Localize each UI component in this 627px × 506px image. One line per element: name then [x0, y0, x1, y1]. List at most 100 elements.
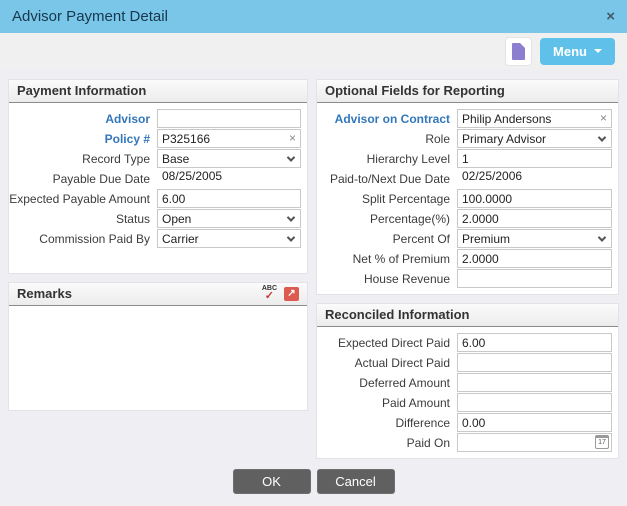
- chevron-down-icon: [286, 152, 296, 162]
- record-type-value: Base: [162, 151, 190, 166]
- field-row-net-percent-of-premium: Net % of Premium: [317, 249, 612, 268]
- difference-label: Difference: [395, 415, 450, 430]
- optional-fields-body: Advisor on Contract × Role Primary Advis…: [317, 103, 618, 294]
- calendar-icon[interactable]: 17: [595, 435, 609, 449]
- chevron-down-icon: [597, 232, 607, 242]
- optional-fields-header: Optional Fields for Reporting: [317, 80, 618, 103]
- actual-direct-paid-input[interactable]: [457, 353, 612, 372]
- clear-icon[interactable]: ×: [289, 132, 296, 144]
- field-row-hierarchy-level: Hierarchy Level: [317, 149, 612, 168]
- deferred-amount-input[interactable]: [457, 373, 612, 392]
- reconciled-information-body: Expected Direct Paid Actual Direct Paid …: [317, 327, 618, 458]
- field-row-role: Role Primary Advisor: [317, 129, 612, 148]
- optional-fields-title: Optional Fields for Reporting: [325, 83, 505, 98]
- remarks-header: Remarks ABC ✓ ↗: [9, 283, 307, 306]
- reconciled-information-header: Reconciled Information: [317, 304, 618, 327]
- field-row-deferred-amount: Deferred Amount: [317, 373, 612, 392]
- role-value: Primary Advisor: [462, 131, 547, 146]
- field-row-house-revenue: House Revenue: [317, 269, 612, 288]
- payment-information-panel: Payment Information Advisor Policy # ×: [8, 79, 308, 274]
- percent-of-select[interactable]: Premium: [457, 229, 612, 248]
- percent-of-label: Percent Of: [392, 231, 450, 246]
- cancel-button[interactable]: Cancel: [316, 469, 395, 494]
- document-button[interactable]: [505, 36, 533, 66]
- field-row-expected-payable-amount: Expected Payable Amount: [9, 189, 301, 208]
- field-row-paid-to-next-due-date: Paid-to/Next Due Date 02/25/2006: [317, 169, 612, 188]
- advisor-on-contract-input[interactable]: [457, 109, 612, 128]
- field-row-advisor-on-contract: Advisor on Contract ×: [317, 109, 612, 128]
- record-type-label: Record Type: [82, 151, 150, 166]
- expected-payable-amount-input[interactable]: [157, 189, 301, 208]
- status-label: Status: [115, 211, 150, 226]
- net-percent-of-premium-label: Net % of Premium: [352, 251, 450, 266]
- commission-paid-by-select[interactable]: Carrier: [157, 229, 301, 248]
- house-revenue-label: House Revenue: [363, 271, 450, 286]
- dialog-toolbar: Menu: [0, 33, 627, 69]
- dialog-content: Payment Information Advisor Policy # ×: [0, 69, 627, 459]
- net-percent-of-premium-input[interactable]: [457, 249, 612, 268]
- status-select[interactable]: Open: [157, 209, 301, 228]
- spellcheck-check-mark: ✓: [264, 290, 275, 302]
- percentage-input[interactable]: [457, 209, 612, 228]
- dialog-title: Advisor Payment Detail: [12, 8, 168, 25]
- payable-due-date-label: Payable Due Date: [52, 171, 150, 186]
- commission-paid-by-value: Carrier: [162, 231, 199, 246]
- clear-icon[interactable]: ×: [600, 112, 607, 124]
- menu-button-label: Menu: [553, 43, 587, 59]
- field-row-payable-due-date: Payable Due Date 08/25/2005: [9, 169, 301, 188]
- percentage-label: Percentage(%): [369, 211, 450, 226]
- expected-direct-paid-input[interactable]: [457, 333, 612, 352]
- difference-input[interactable]: [457, 413, 612, 432]
- field-row-policy: Policy # ×: [9, 129, 301, 148]
- field-row-split-percentage: Split Percentage: [317, 189, 612, 208]
- payment-information-body: Advisor Policy # × Record Type: [9, 103, 307, 273]
- chevron-down-icon: [286, 212, 296, 222]
- optional-fields-panel: Optional Fields for Reporting Advisor on…: [316, 79, 619, 295]
- advisor-on-contract-label[interactable]: Advisor on Contract: [317, 112, 457, 126]
- policy-number-label[interactable]: Policy #: [9, 132, 157, 146]
- close-icon[interactable]: ×: [606, 9, 615, 24]
- ok-button[interactable]: OK: [232, 469, 311, 494]
- policy-number-input[interactable]: [157, 129, 301, 148]
- status-value: Open: [162, 211, 192, 226]
- paid-to-next-due-date-value: 02/25/2006: [462, 169, 523, 183]
- role-select[interactable]: Primary Advisor: [457, 129, 612, 148]
- payment-information-header: Payment Information: [9, 80, 307, 103]
- record-type-select[interactable]: Base: [157, 149, 301, 168]
- field-row-status: Status Open: [9, 209, 301, 228]
- advisor-payment-detail-dialog: Advisor Payment Detail × Menu Payment In…: [0, 0, 627, 506]
- percent-of-value: Premium: [462, 231, 511, 246]
- paid-amount-input[interactable]: [457, 393, 612, 412]
- field-row-actual-direct-paid: Actual Direct Paid: [317, 353, 612, 372]
- menu-button[interactable]: Menu: [540, 37, 615, 65]
- field-row-difference: Difference: [317, 413, 612, 432]
- split-percentage-input[interactable]: [457, 189, 612, 208]
- advisor-label[interactable]: Advisor: [9, 112, 157, 126]
- field-row-advisor: Advisor: [9, 109, 301, 128]
- hierarchy-level-input[interactable]: [457, 149, 612, 168]
- advisor-input[interactable]: [157, 109, 301, 128]
- deferred-amount-label: Deferred Amount: [359, 375, 450, 390]
- field-row-paid-on: Paid On 17: [317, 433, 612, 452]
- reconciled-information-title: Reconciled Information: [325, 307, 470, 322]
- field-row-commission-paid-by: Commission Paid By Carrier: [9, 229, 301, 248]
- right-column: Optional Fields for Reporting Advisor on…: [316, 79, 619, 459]
- field-row-expected-direct-paid: Expected Direct Paid: [317, 333, 612, 352]
- remarks-panel: Remarks ABC ✓ ↗: [8, 282, 308, 411]
- popup-expand-icon[interactable]: ↗: [284, 286, 299, 301]
- paid-amount-label: Paid Amount: [381, 395, 450, 410]
- expected-payable-amount-label: Expected Payable Amount: [9, 191, 150, 206]
- expected-direct-paid-label: Expected Direct Paid: [337, 335, 450, 350]
- spellcheck-icon[interactable]: ABC ✓: [262, 285, 277, 302]
- chevron-down-icon: [286, 232, 296, 242]
- role-label: Role: [425, 131, 450, 146]
- house-revenue-input[interactable]: [457, 269, 612, 288]
- document-icon: [512, 42, 526, 60]
- actual-direct-paid-label: Actual Direct Paid: [354, 355, 450, 370]
- paid-on-input[interactable]: [457, 433, 612, 452]
- remarks-textarea[interactable]: [9, 306, 307, 410]
- field-row-paid-amount: Paid Amount: [317, 393, 612, 412]
- field-row-percent-of: Percent Of Premium: [317, 229, 612, 248]
- hierarchy-level-label: Hierarchy Level: [366, 151, 450, 166]
- dialog-titlebar: Advisor Payment Detail ×: [0, 0, 627, 33]
